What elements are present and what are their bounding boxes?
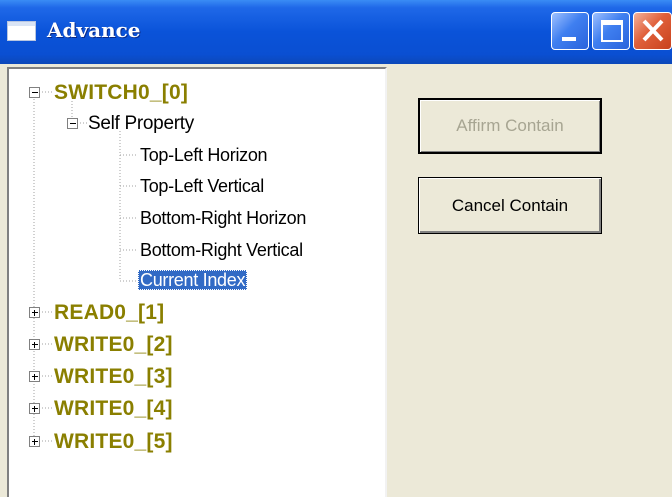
affirm-contain-button[interactable]: Affirm Contain — [418, 98, 602, 154]
minimize-button[interactable] — [551, 12, 589, 50]
tree-node-write0-2[interactable]: WRITE0_[2] — [54, 334, 173, 355]
tree-leaf-bottom-right-horizon[interactable]: Bottom-Right Horizon — [140, 209, 306, 227]
close-button[interactable] — [633, 12, 672, 50]
maximize-button[interactable] — [592, 12, 630, 50]
maximize-icon — [601, 20, 623, 42]
tree-node-write0-3[interactable]: WRITE0_[3] — [54, 366, 173, 387]
tree-node-read0[interactable]: READ0_[1] — [54, 302, 164, 323]
title-bar[interactable]: Advance — [0, 0, 672, 64]
tree-node-switch0[interactable]: SWITCH0_[0] — [54, 82, 188, 103]
tree-view[interactable]: SWITCH0_[0] Self Property Top-Left Horiz… — [7, 67, 387, 497]
cancel-contain-button[interactable]: Cancel Contain — [418, 177, 602, 234]
tree-node-write0-5[interactable]: WRITE0_[5] — [54, 431, 173, 452]
tree-leaf-bottom-right-vertical[interactable]: Bottom-Right Vertical — [140, 241, 303, 259]
tree-leaf-top-left-vertical[interactable]: Top-Left Vertical — [140, 177, 264, 195]
tree-leaf-current-index[interactable]: Current Index — [138, 270, 248, 290]
tree-node-write0-4[interactable]: WRITE0_[4] — [54, 398, 173, 419]
tree-node-self-property[interactable]: Self Property — [88, 114, 194, 133]
window-title: Advance — [47, 18, 141, 42]
tree-leaf-top-left-horizon[interactable]: Top-Left Horizon — [140, 146, 268, 164]
close-icon — [642, 19, 664, 42]
window-icon — [7, 21, 36, 41]
minimize-icon — [562, 37, 576, 41]
